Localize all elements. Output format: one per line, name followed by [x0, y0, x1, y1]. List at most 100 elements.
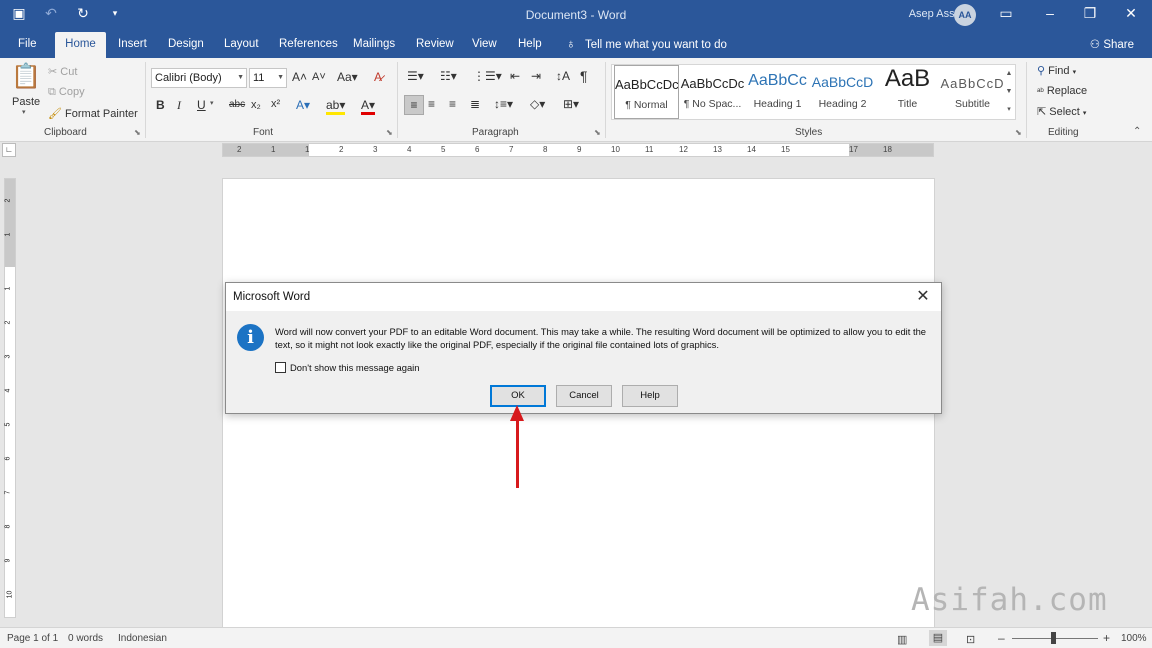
zoom-in-icon[interactable]: + [1103, 631, 1110, 645]
app-name: Word [597, 8, 627, 22]
increase-indent-icon[interactable]: ⇥ [531, 69, 541, 83]
select-button[interactable]: ⇱ Select ▾ [1037, 105, 1086, 118]
show-hide-marks-icon[interactable]: ¶ [580, 68, 588, 84]
tab-references[interactable]: References [271, 34, 346, 58]
font-family-select[interactable]: Calibri (Body) ▼ [151, 68, 247, 88]
tab-mailings[interactable]: Mailings [345, 34, 403, 58]
tab-file[interactable]: File [10, 34, 45, 58]
vertical-ruler[interactable]: 2 1 1 2 3 4 5 6 7 8 9 10 [4, 178, 16, 618]
paste-icon[interactable]: 📋 [11, 62, 41, 92]
page-count[interactable]: Page 1 of 1 [7, 633, 58, 644]
more-styles-icon[interactable]: ▾ [1002, 101, 1016, 119]
style-heading-1[interactable]: AaBbCc Heading 1 [745, 65, 810, 119]
collapse-ribbon-icon[interactable]: ⌃ [1133, 126, 1141, 137]
ok-button[interactable]: OK [490, 385, 546, 407]
multilevel-list-icon[interactable]: ⋮☰▾ [473, 69, 502, 83]
left-margin-area [223, 144, 309, 156]
cancel-button[interactable]: Cancel [556, 385, 612, 407]
group-divider [397, 62, 398, 138]
restore-icon[interactable]: ❐ [1080, 5, 1100, 22]
change-case-icon[interactable]: Aa▾ [337, 70, 358, 84]
italic-icon[interactable]: I [177, 98, 181, 113]
align-right-icon[interactable]: ≡ [449, 97, 456, 111]
word-count[interactable]: 0 words [68, 633, 103, 644]
styles-scroll[interactable]: ▲ ▼ ▾ [1002, 65, 1016, 119]
scroll-down-icon[interactable]: ▼ [1002, 83, 1016, 101]
style-title[interactable]: AaB Title [875, 65, 940, 119]
copy-button[interactable]: ⧉ Copy [48, 86, 85, 99]
style-subtitle[interactable]: AaBbCcD Subtitle [940, 65, 1005, 119]
ruler-tick-label: 7 [509, 145, 514, 154]
clipboard-launcher-icon[interactable]: ⬊ [134, 128, 141, 137]
ruler-tick-label: 2 [237, 145, 242, 154]
minimize-icon[interactable]: – [1040, 5, 1060, 21]
shrink-font-icon[interactable]: A˅ [312, 71, 326, 83]
decrease-indent-icon[interactable]: ⇤ [510, 69, 520, 83]
styles-launcher-icon[interactable]: ⬊ [1015, 128, 1022, 137]
font-size-select[interactable]: 11 ▼ [249, 68, 287, 88]
find-button[interactable]: ⚲ Find ▾ [1037, 64, 1076, 77]
highlight-icon[interactable]: ab▾ [326, 98, 346, 115]
ruler-tick-label: 18 [883, 145, 892, 154]
clear-formatting-icon[interactable]: A̷ [374, 70, 382, 84]
align-center-icon[interactable]: ≡ [428, 97, 435, 111]
close-icon[interactable]: ✕ [913, 286, 933, 306]
shading-icon[interactable]: ◇▾ [530, 97, 545, 111]
paste-dropdown-icon[interactable]: ▾ [22, 108, 26, 116]
paste-button[interactable]: Paste [12, 96, 40, 108]
paragraph-launcher-icon[interactable]: ⬊ [594, 128, 601, 137]
tab-review[interactable]: Review [408, 34, 462, 58]
read-mode-icon[interactable]: ▥ [897, 633, 907, 646]
tab-insert[interactable]: Insert [110, 34, 155, 58]
font-color-icon[interactable]: A▾ [361, 98, 376, 115]
align-left-icon[interactable]: ≡ [404, 95, 424, 115]
font-launcher-icon[interactable]: ⬊ [386, 128, 393, 137]
tell-me-search[interactable]: ♁ Tell me what you want to do [566, 36, 727, 51]
language-indicator[interactable]: Indonesian [118, 633, 167, 644]
format-painter-button[interactable]: 🖌 Format Painter [48, 107, 138, 120]
tab-layout[interactable]: Layout [216, 34, 267, 58]
numbering-icon[interactable]: ☷▾ [440, 69, 457, 83]
avatar[interactable]: AA [954, 4, 976, 26]
superscript-icon[interactable]: x² [271, 98, 280, 110]
sort-icon[interactable]: ↕A [556, 69, 570, 83]
style-no-spacing[interactable]: AaBbCcDc ¶ No Spac... [680, 65, 745, 119]
scroll-up-icon[interactable]: ▲ [1002, 65, 1016, 83]
checkbox-box[interactable] [275, 362, 286, 373]
tab-help[interactable]: Help [510, 34, 550, 58]
style-sample: AaBbCcDc [680, 76, 745, 91]
web-layout-icon[interactable]: ⊡ [966, 633, 975, 646]
underline-icon[interactable]: U [197, 98, 206, 112]
style-heading-2[interactable]: AaBbCcD Heading 2 [810, 65, 875, 119]
horizontal-ruler[interactable]: 2 1 1 2 3 4 5 6 7 8 9 10 11 12 13 14 15 17 18 [222, 143, 934, 157]
print-layout-icon[interactable]: ▤ [929, 630, 947, 646]
tab-selector-icon[interactable]: ∟ [2, 143, 16, 157]
clipboard-group-label: Clipboard [44, 127, 87, 138]
strikethrough-icon[interactable]: abc [229, 99, 245, 110]
tab-design[interactable]: Design [160, 34, 212, 58]
zoom-out-icon[interactable]: – [998, 631, 1005, 645]
help-button[interactable]: Help [622, 385, 678, 407]
cut-button[interactable]: ✂ Cut [48, 65, 77, 78]
zoom-level[interactable]: 100% [1121, 633, 1147, 644]
subscript-icon[interactable]: x₂ [251, 99, 261, 111]
borders-icon[interactable]: ⊞▾ [563, 97, 579, 111]
top-margin-area [5, 179, 15, 267]
style-normal[interactable]: AaBbCcDc ¶ Normal [614, 65, 679, 119]
bullets-icon[interactable]: ☰▾ [407, 69, 424, 83]
tab-home[interactable]: Home [55, 32, 106, 58]
zoom-slider-thumb[interactable] [1051, 632, 1056, 644]
share-button[interactable]: ⚇ Share [1090, 37, 1134, 51]
dont-show-checkbox[interactable]: Don't show this message again [275, 362, 419, 373]
underline-dropdown-icon[interactable]: ▾ [210, 99, 214, 107]
ribbon-display-options-icon[interactable]: ▭ [996, 5, 1016, 22]
tab-view[interactable]: View [464, 34, 505, 58]
justify-icon[interactable]: ≣ [470, 97, 480, 111]
font-family-value: Calibri (Body) [155, 72, 222, 84]
bold-icon[interactable]: B [156, 98, 165, 112]
text-effects-icon[interactable]: A▾ [296, 98, 310, 112]
line-spacing-icon[interactable]: ↕≡▾ [494, 97, 513, 111]
replace-button[interactable]: ᵃᵇ Replace [1037, 85, 1087, 97]
grow-font-icon[interactable]: A˄ [292, 70, 307, 84]
close-window-icon[interactable]: ✕ [1121, 5, 1141, 22]
